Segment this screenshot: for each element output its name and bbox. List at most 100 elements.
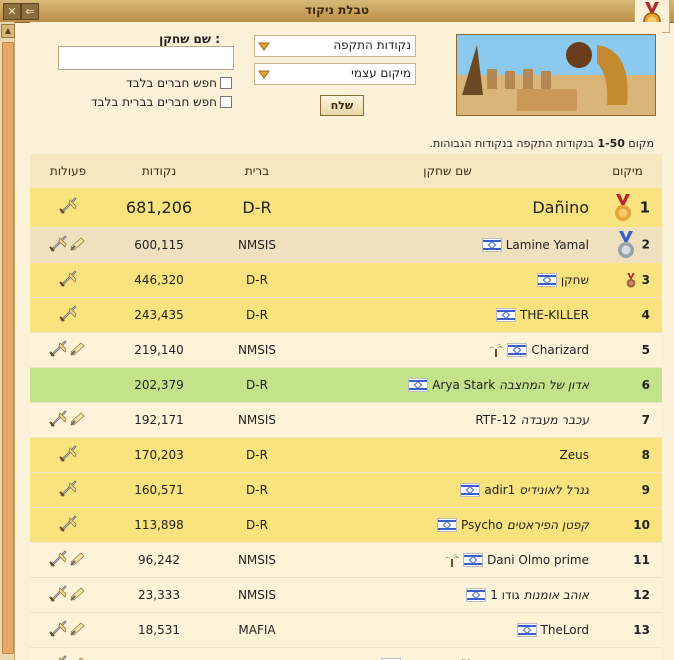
row-alliance-link[interactable]: D-R [212, 188, 302, 228]
row-rank: 4 [593, 297, 662, 333]
table-row: 96,242 NMSIS Dani Olmo prime 11 [30, 542, 662, 578]
attack-sword-icon[interactable] [48, 584, 68, 603]
row-actions [30, 472, 106, 508]
alliance-friends-checkbox-row[interactable]: חפש חברים בברית בלבד [91, 95, 232, 109]
row-actions [30, 367, 106, 403]
player-name-link[interactable]: TheLord [541, 623, 589, 637]
spy-scroll-icon[interactable] [69, 620, 89, 638]
col-player: שם שחקן [302, 154, 593, 188]
player-name-link[interactable]: Charizard [531, 343, 589, 357]
row-points: 170,203 [106, 437, 212, 473]
table-row: 202,379 D-R אדון של המחצבה Arya Stark 6 [30, 367, 662, 403]
player-name-link[interactable]: THE-KILLER [520, 308, 589, 322]
row-alliance-link[interactable]: D-R [212, 507, 302, 543]
friends-only-checkbox[interactable] [220, 77, 232, 89]
row-rank: 13 [593, 612, 662, 648]
row-alliance-link[interactable]: NMSIS [212, 542, 302, 578]
spy-scroll-icon[interactable] [69, 550, 89, 568]
player-name-link[interactable]: RTF-12 [475, 413, 516, 427]
player-name-link[interactable]: Dani Olmo prime [487, 553, 589, 567]
player-name-link[interactable]: adir1 [484, 483, 515, 497]
friends-only-label: חפש חברים בלבד [126, 76, 217, 90]
row-rank: 7 [593, 402, 662, 438]
scope-select[interactable]: מיקום עצמי [254, 63, 416, 85]
ranking-window: ✕ ⇐ טבלת ניקוד ▲ נקודות התקפה מיקום עצמי… [0, 0, 674, 660]
player-name-link[interactable]: שחקן [561, 273, 589, 287]
window-title: טבלת ניקוד [304, 3, 370, 17]
player-name-link[interactable]: Zeus [560, 448, 589, 462]
rank-number: 3 [641, 272, 650, 287]
attack-sword-icon[interactable] [58, 514, 78, 533]
attack-sword-icon[interactable] [48, 654, 68, 660]
table-row: 243,435 D-R THE-KILLER 4 [30, 297, 662, 333]
friends-only-checkbox-row[interactable]: חפש חברים בלבד [126, 76, 232, 90]
scroll-up-button[interactable]: ▲ [1, 24, 15, 38]
attack-sword-icon[interactable] [58, 269, 78, 288]
row-player: TheLord [302, 612, 593, 648]
row-alliance-link[interactable]: NMSIS [212, 577, 302, 613]
player-name-link[interactable]: Dañino [532, 198, 589, 217]
gold-medal-icon [615, 193, 632, 221]
row-alliance-link[interactable]: D-R [212, 472, 302, 508]
row-alliance-link[interactable]: NMSIS [212, 402, 302, 438]
player-name-link[interactable]: Arya Stark [432, 378, 495, 392]
spy-scroll-icon[interactable] [69, 235, 89, 253]
row-alliance-link[interactable]: D-R [212, 437, 302, 473]
attack-sword-icon[interactable] [48, 619, 68, 638]
row-player: Charizard [302, 332, 593, 368]
player-title: עכבר מעבדה [520, 413, 589, 427]
scrollbar[interactable]: ▲ [0, 22, 15, 660]
row-player: Lamine Yamal [302, 227, 593, 263]
israel-flag-icon [436, 518, 457, 532]
alliance-friends-checkbox[interactable] [220, 96, 232, 108]
row-player: המנצח של הרקולסDañino_וראי... [302, 647, 593, 660]
attack-sword-icon[interactable] [58, 304, 78, 323]
israel-flag-icon [516, 623, 537, 637]
rank-number: 6 [641, 378, 650, 392]
bronze-medal-icon [627, 272, 636, 287]
rank-number: 10 [633, 518, 650, 532]
rank-number: 5 [641, 343, 650, 357]
row-player: שחקן [302, 262, 593, 298]
player-name-input[interactable] [58, 46, 234, 70]
row-alliance-link[interactable]: NMSIS [212, 332, 302, 368]
row-alliance-link[interactable]: D-R [212, 297, 302, 333]
col-actions: פעולות [30, 154, 106, 188]
player-title: גנרל לאונידיס [519, 483, 589, 497]
row-player: קפטן הפיראטים Psycho [302, 507, 593, 543]
row-rank: 14 [593, 647, 662, 660]
row-alliance-link[interactable]: MAFIA [212, 612, 302, 648]
israel-flag-icon [496, 308, 517, 322]
spy-scroll-icon[interactable] [69, 585, 89, 603]
row-actions [30, 612, 106, 648]
row-alliance-link[interactable]: NMSIS [212, 227, 302, 263]
row-points: 18,531 [106, 612, 212, 648]
row-actions [30, 188, 106, 228]
attack-sword-icon[interactable] [48, 234, 68, 253]
player-name-link[interactable]: Psycho [461, 518, 503, 532]
row-actions [30, 227, 106, 263]
player-name-link[interactable]: גודו 1 [490, 588, 520, 602]
row-alliance-link[interactable]: D-R [212, 262, 302, 298]
submit-button[interactable]: שלח [320, 95, 364, 116]
attack-sword-icon[interactable] [58, 444, 78, 463]
attack-sword-icon[interactable] [58, 479, 78, 498]
row-points: 192,171 [106, 402, 212, 438]
category-select[interactable]: נקודות התקפה [254, 35, 416, 57]
row-alliance-link[interactable]: D-R [212, 367, 302, 403]
row-alliance-link[interactable]: NMSIS [212, 647, 302, 660]
row-points: 12,486 [106, 647, 212, 660]
table-row: 219,140 NMSIS Charizard 5 [30, 332, 662, 368]
spy-scroll-icon[interactable] [69, 410, 89, 428]
spy-scroll-icon[interactable] [69, 655, 89, 660]
attack-sword-icon[interactable] [48, 339, 68, 358]
israel-flag-icon [463, 553, 484, 567]
attack-sword-icon[interactable] [48, 549, 68, 568]
player-name-link[interactable]: Lamine Yamal [506, 238, 589, 252]
row-player: עכבר מעבדה RTF-12 [302, 402, 593, 438]
scroll-thumb[interactable] [2, 42, 14, 654]
attack-sword-icon[interactable] [48, 409, 68, 428]
israel-flag-icon [481, 238, 502, 252]
spy-scroll-icon[interactable] [69, 340, 89, 358]
attack-sword-icon[interactable] [58, 196, 78, 215]
